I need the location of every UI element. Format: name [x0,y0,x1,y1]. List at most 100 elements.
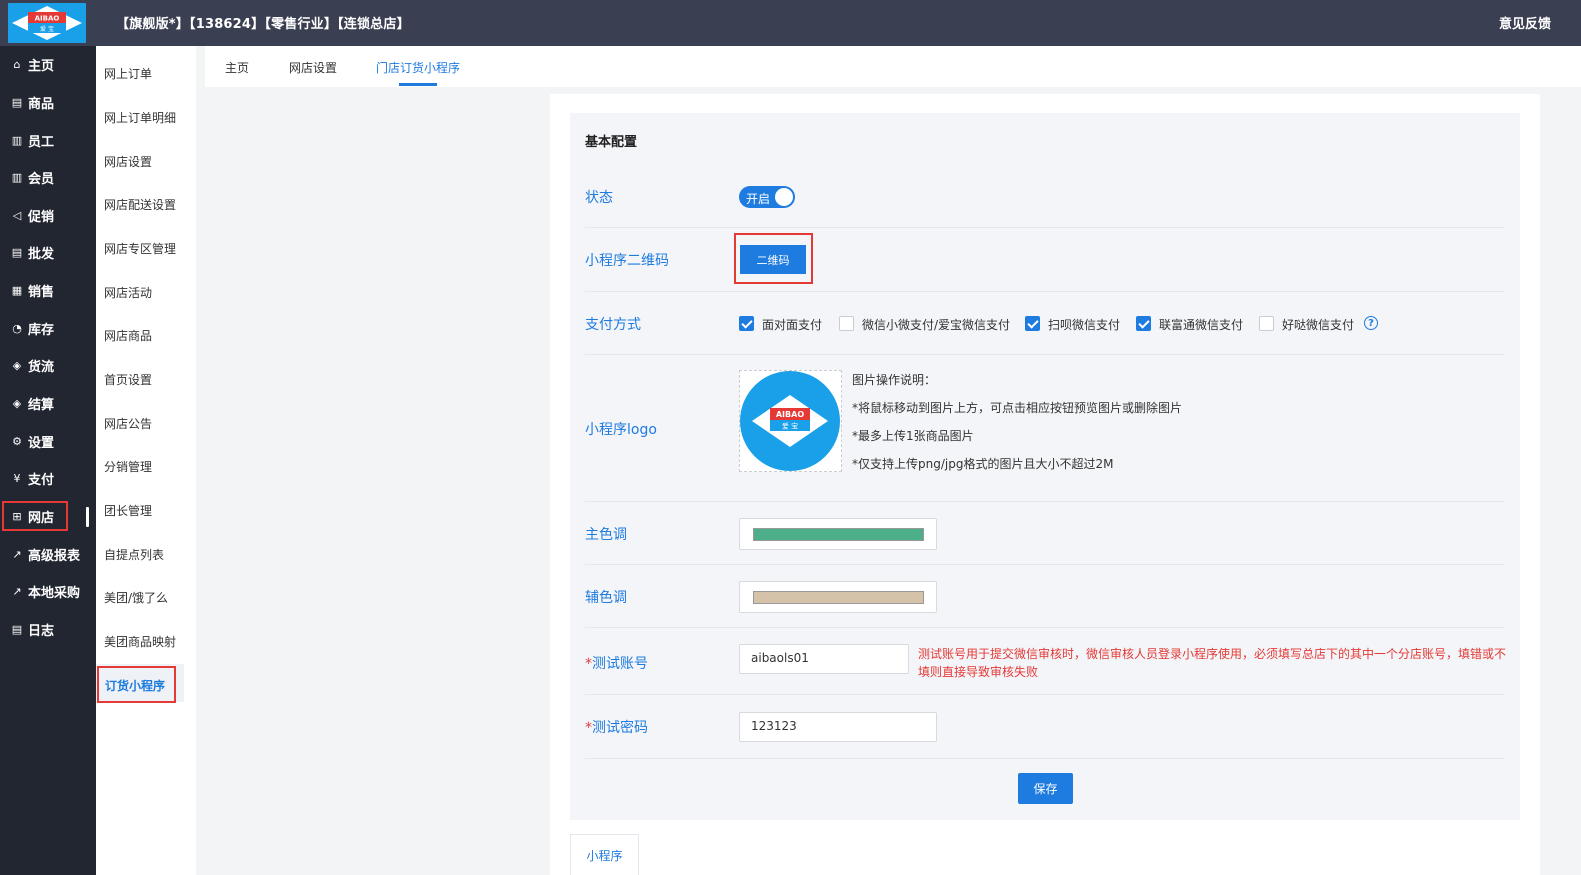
settings-icon: ⚙ [12,434,22,448]
sidebar-item-settlement[interactable]: ◈ 结算 [0,388,96,418]
sidebar-item-purchase[interactable]: ↗ 本地采购 [0,576,96,606]
store-info: 【旗舰版*】【138624】【零售行业】【连锁总店】 [116,17,410,32]
sidebar-item-label: 会员 [28,171,55,187]
checkbox-label: 微信小微支付/爱宝微信支付 [862,318,1011,332]
subnav-item[interactable]: 美团商品映射 [104,633,176,650]
logistics-icon: ◈ [12,358,22,372]
checkbox-saobei[interactable] [1025,316,1040,331]
subnav-item[interactable]: 网店活动 [104,284,152,301]
sidebar-item-promo[interactable]: ◁ 促销 [0,200,96,230]
sidebar-item-label: 批发 [28,246,55,262]
sidebar-item-staff[interactable]: ▥ 员工 [0,125,96,155]
sidebar-item-settings[interactable]: ⚙ 设置 [0,426,96,456]
test-account-label-text: 测试账号 [592,656,648,672]
tab-store-order-miniapp[interactable]: 门店订货小程序 [376,59,460,76]
status-toggle-text: 开启 [746,192,771,206]
checkbox-label: 联富通微信支付 [1159,318,1244,332]
sidebar-item-report[interactable]: ↗ 高级报表 [0,539,96,569]
sidebar-item-member[interactable]: ▥ 会员 [0,162,96,192]
row-divider [585,758,1505,759]
checkbox-lianfutong[interactable] [1136,316,1151,331]
sidebar-item-payment[interactable]: ¥ 支付 [0,463,96,493]
main-color-swatch [753,528,924,541]
status-toggle[interactable]: 开启 [739,186,795,208]
sub-color-picker[interactable] [739,581,937,613]
logo-upload[interactable]: AIBAO 爱 宝 [739,370,842,472]
report-icon: ↗ [12,547,22,561]
subnav-item[interactable]: 网店商品 [104,327,152,344]
test-account-input[interactable]: aibaols01 [739,644,909,674]
subnav-item[interactable]: 网店公告 [104,415,152,432]
sidebar-item-label: 日志 [28,623,55,639]
sidebar-item-inventory[interactable]: ◔ 库存 [0,313,96,343]
subnav-item[interactable]: 网店配送设置 [104,196,176,213]
wholesale-icon: ▤ [11,245,23,259]
main-sidebar: ⌂ 主页 ▤ 商品 ▥ 员工 ▥ 会员 ◁ 促销 ▤ 批发 ▦ 销售 ◔ 库存 ◈ 货流 ◈ 结算 … [0,46,96,875]
save-button[interactable]: 保存 [1018,773,1073,804]
subnav-item[interactable]: 网上订单 [104,65,152,82]
subnav-item[interactable]: 自提点列表 [104,546,164,563]
qr-code-button[interactable]: 二维码 [740,245,806,274]
test-password-input[interactable]: 123123 [739,712,937,742]
qr-label: 小程序二维码 [585,253,669,269]
sidebar-item-label: 设置 [28,435,55,451]
help-icon[interactable]: ? [1364,316,1378,330]
sidebar-item-logistics[interactable]: ◈ 货流 [0,350,96,380]
subnav-item[interactable]: 网店设置 [104,153,152,170]
subnav-item[interactable]: 美团/饿了么 [104,589,168,606]
subnav-item[interactable]: 团长管理 [104,502,152,519]
subnav-item[interactable]: 网店专区管理 [104,240,176,257]
subnav-item[interactable]: 首页设置 [104,371,152,388]
tab-home[interactable]: 主页 [225,59,249,76]
member-icon: ▥ [11,170,23,184]
sidebar-item-label: 主页 [28,58,55,74]
test-account-warning: 测试账号用于提交微信审核时，微信审核人员登录小程序使用，必须填写总店下的其中一个… [918,647,1507,679]
sidebar-item-log[interactable]: ▤ 日志 [0,614,96,644]
logo-text: AIBAO [35,15,60,23]
checkbox-wechat-micro[interactable] [839,316,854,331]
inventory-icon: ◔ [12,321,22,335]
sidebar-item-sales[interactable]: ▦ 销售 [0,275,96,305]
sidebar-item-label: 本地采购 [28,585,81,601]
checkbox-label: 好哒微信支付 [1282,318,1355,332]
image-note: *最多上传1张商品图片 [852,429,974,443]
brand-logo[interactable]: AIBAO 爱 宝 [8,3,86,43]
required-mark: * [585,720,592,736]
main-color-picker[interactable] [739,518,937,550]
tab-shop-settings[interactable]: 网店设置 [289,59,337,76]
sidebar-item-label: 高级报表 [28,548,81,564]
sidebar-item-home[interactable]: ⌂ 主页 [0,49,96,79]
promo-icon: ◁ [12,208,22,222]
checkbox-haoda[interactable] [1259,316,1274,331]
settlement-icon: ◈ [12,396,22,410]
required-mark: * [585,656,592,672]
top-header: AIBAO 爱 宝 【旗舰版*】【138624】【零售行业】【连锁总店】 意见反… [0,0,1581,46]
tab-miniapp[interactable]: 小程序 [570,834,639,875]
staff-icon: ▥ [11,133,23,147]
section-title: 基本配置 [585,135,638,150]
row-divider [585,627,1505,628]
main-color-label: 主色调 [585,527,627,543]
feedback-link[interactable]: 意见反馈 [1499,13,1551,32]
checkbox-face-pay[interactable] [739,316,754,331]
sidebar-item-wholesale[interactable]: ▤ 批发 [0,237,96,267]
sidebar-item-goods[interactable]: ▤ 商品 [0,87,96,117]
sidebar-item-label: 网店 [28,510,55,526]
test-password-label: *测试密码 [585,717,648,737]
sub-color-swatch [753,591,924,604]
sidebar-item-label: 结算 [28,397,55,413]
secondary-sidebar: 网上订单 网上订单明细 网店设置 网店配送设置 网店专区管理 网店活动 网店商品… [96,46,196,875]
subnav-item[interactable]: 网上订单明细 [104,109,176,126]
tab-bar: 主页 网店设置 门店订货小程序 [205,46,1581,87]
sidebar-item-label: 货流 [28,359,55,375]
tab-active-underline [399,83,437,86]
image-note: *将鼠标移动到图片上方，可点击相应按钮预览图片或删除图片 [852,401,1183,415]
subnav-item-active[interactable]: 订货小程序 [97,666,176,703]
subnav-item[interactable]: 分销管理 [104,458,152,475]
shop-icon: ⊞ [12,509,22,523]
sidebar-item-shop[interactable]: ⊞ 网店 [2,501,68,531]
sub-color-label: 辅色调 [585,590,627,606]
sidebar-item-label: 促销 [28,209,55,225]
row-divider [585,564,1505,565]
sidebar-item-label: 员工 [28,134,55,150]
